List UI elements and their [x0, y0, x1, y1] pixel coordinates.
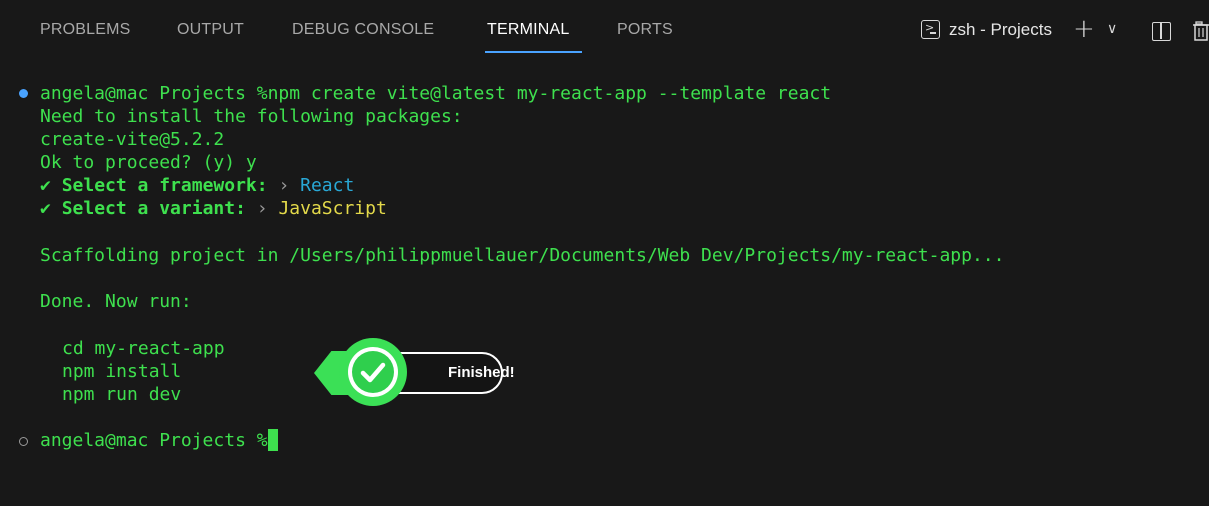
terminal-line-prompt: angela@mac Projects % — [40, 429, 278, 452]
tab-debug-console[interactable]: DEBUG CONSOLE — [292, 21, 434, 39]
variant-value: JavaScript — [278, 198, 387, 219]
chevron-down-icon[interactable]: ∨ — [1107, 19, 1117, 39]
split-terminal-icon[interactable] — [1152, 22, 1171, 41]
framework-label: Select a framework: — [61, 175, 268, 196]
command-pending-marker[interactable] — [19, 437, 28, 446]
command-success-marker[interactable] — [19, 89, 28, 98]
trash-icon[interactable] — [1193, 20, 1209, 42]
check-icon: ✔ — [40, 198, 51, 219]
variant-label: Select a variant: — [61, 198, 246, 219]
plus-icon[interactable]: + — [1073, 15, 1095, 43]
terminal-line-framework: ✔ Select a framework: › React — [40, 174, 354, 197]
command-text: npm create vite@latest my-react-app --te… — [267, 83, 832, 104]
toast-label: Finished! — [448, 364, 515, 381]
terminal-line-command: angela@mac Projects %npm create vite@lat… — [40, 82, 831, 105]
check-circle-icon — [339, 338, 407, 406]
terminal-cursor — [267, 429, 278, 451]
terminal-name: zsh - Projects — [949, 20, 1052, 39]
terminal-line: Scaffolding project in /Users/philippmue… — [40, 245, 1005, 266]
terminal-line: npm run dev — [62, 384, 182, 405]
finished-toast: Finished! — [314, 333, 515, 413]
terminal-line: Need to install the following packages: — [40, 106, 463, 127]
panel-header: PROBLEMS OUTPUT DEBUG CONSOLE TERMINAL P… — [0, 0, 1209, 62]
terminal-icon: > — [921, 20, 940, 39]
tab-output[interactable]: OUTPUT — [177, 21, 244, 39]
terminal-line: Ok to proceed? (y) y — [40, 152, 257, 173]
terminal-line: npm install — [62, 361, 182, 382]
tab-terminal[interactable]: TERMINAL — [487, 21, 570, 39]
chevron-right-icon: › — [278, 175, 290, 196]
terminal-line: create-vite@5.2.2 — [40, 129, 225, 150]
terminal-line-variant: ✔ Select a variant: › JavaScript — [40, 197, 387, 220]
framework-value: React — [300, 175, 355, 196]
prompt: angela@mac Projects % — [40, 430, 268, 451]
terminal-line: cd my-react-app — [62, 338, 225, 359]
tab-ports[interactable]: PORTS — [617, 21, 673, 39]
check-icon: ✔ — [40, 175, 51, 196]
chevron-right-icon: › — [256, 198, 268, 219]
active-tab-indicator — [485, 51, 582, 53]
prompt: angela@mac Projects % — [40, 83, 268, 104]
tab-problems[interactable]: PROBLEMS — [40, 21, 131, 39]
terminal-line: Done. Now run: — [40, 291, 192, 312]
